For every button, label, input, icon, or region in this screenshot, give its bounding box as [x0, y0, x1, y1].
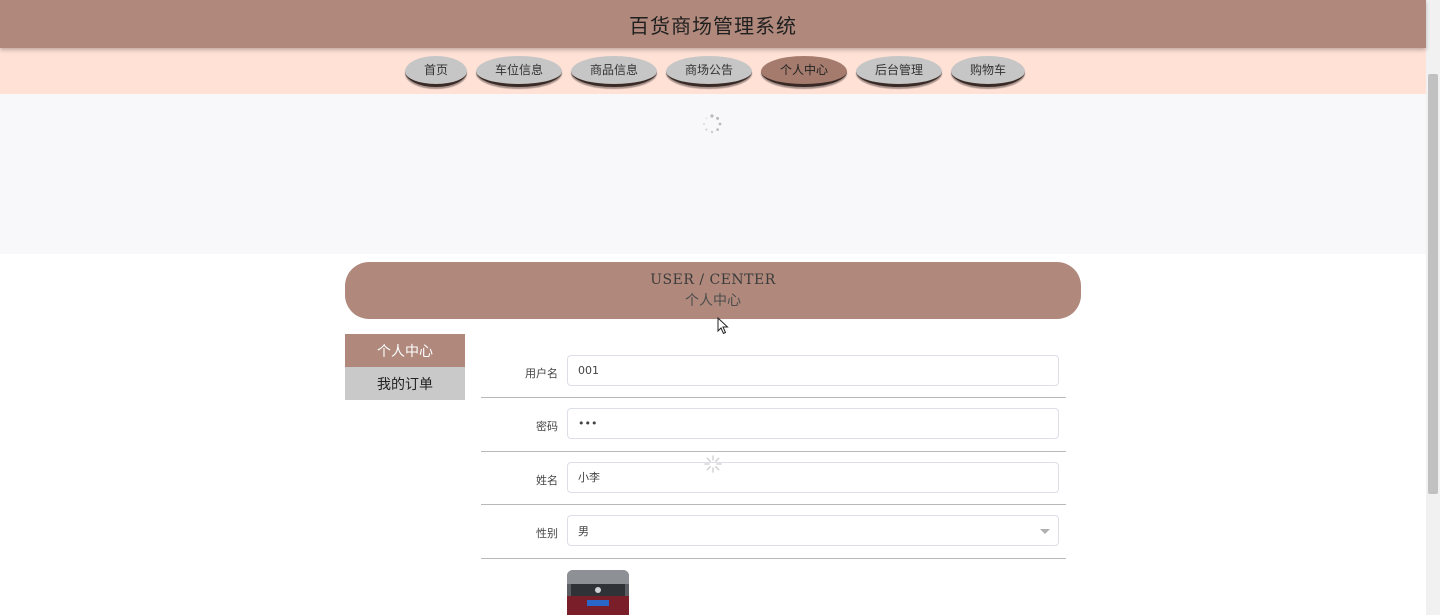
avatar-image[interactable] — [567, 570, 629, 615]
mouse-cursor-icon — [717, 317, 729, 335]
form-row-name: 姓名 小李 — [481, 452, 1066, 506]
sidebar-item-my-orders[interactable]: 我的订单 — [345, 367, 465, 400]
nav-cart[interactable]: 购物车 — [951, 55, 1025, 87]
section-header: USER / CENTER 个人中心 — [345, 262, 1081, 319]
chevron-down-icon — [1040, 529, 1050, 535]
nav-personal-center[interactable]: 个人中心 — [761, 55, 847, 87]
username-input[interactable]: 001 — [567, 355, 1059, 386]
vertical-scrollbar[interactable] — [1426, 0, 1440, 615]
nav-home[interactable]: 首页 — [405, 55, 467, 87]
username-label: 用户名 — [525, 367, 558, 380]
form-row-gender: 性别 男 — [481, 505, 1066, 559]
password-input[interactable]: ••• — [567, 408, 1059, 440]
sidebar: 个人中心 我的订单 — [345, 334, 465, 400]
loading-spinner-icon — [704, 455, 722, 473]
name-label: 姓名 — [536, 473, 558, 487]
name-input[interactable]: 小李 — [567, 461, 1059, 493]
profile-form: 用户名 001 密码 ••• 姓名 小李 性别 男 — [481, 345, 1066, 559]
nav-admin[interactable]: 后台管理 — [856, 55, 942, 87]
gender-label: 性别 — [536, 527, 558, 541]
nav-parking-info[interactable]: 车位信息 — [476, 55, 562, 87]
title-bar: 百货商场管理系统 — [0, 0, 1426, 48]
app-title: 百货商场管理系统 — [629, 13, 797, 38]
nav-product-info[interactable]: 商品信息 — [571, 55, 657, 87]
nav-mall-notice[interactable]: 商场公告 — [666, 55, 752, 87]
section-title-en: USER / CENTER — [650, 272, 776, 288]
password-label: 密码 — [536, 420, 558, 434]
scrollbar-thumb[interactable] — [1428, 74, 1438, 494]
loading-spinner-icon — [703, 114, 722, 134]
gender-select-value: 男 — [578, 524, 589, 538]
nav-bar: 首页 车位信息 商品信息 商场公告 个人中心 后台管理 购物车 — [0, 48, 1426, 94]
gender-select[interactable]: 男 — [567, 515, 1059, 547]
sidebar-item-personal-center[interactable]: 个人中心 — [345, 334, 465, 367]
form-row-password: 密码 ••• — [481, 398, 1066, 452]
form-row-username: 用户名 001 — [481, 345, 1066, 399]
section-title-cn: 个人中心 — [685, 293, 741, 309]
